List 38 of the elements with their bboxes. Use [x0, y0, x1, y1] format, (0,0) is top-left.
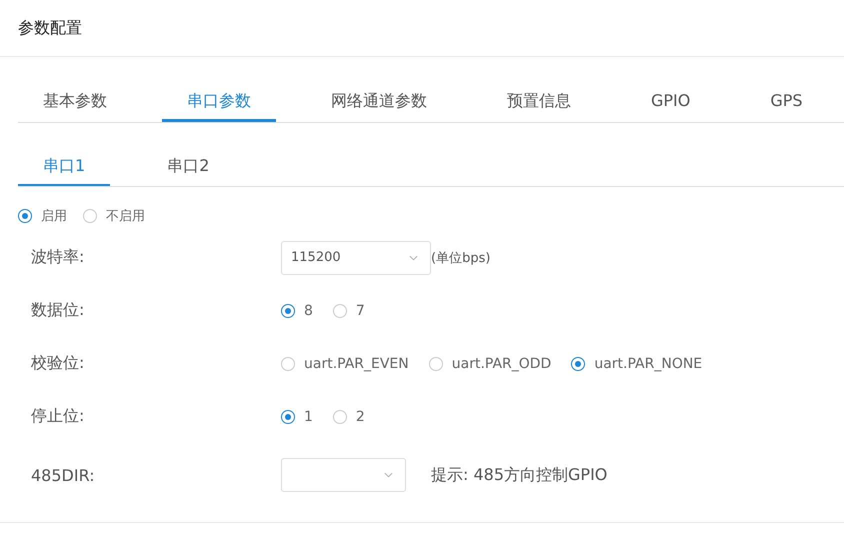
- tab[interactable]: 基本参数: [18, 85, 132, 122]
- field-label: 485DIR:: [30, 466, 96, 484]
- field-label: 校验位:: [30, 353, 86, 374]
- radio-label: 2: [356, 408, 365, 424]
- chevron-down-icon: [409, 254, 418, 260]
- chevron-down-icon: [384, 472, 393, 478]
- sub-tab[interactable]: 串口2: [142, 148, 234, 186]
- radio-label: uart.PAR_EVEN: [304, 356, 409, 372]
- tab[interactable]: 串口参数: [162, 85, 276, 122]
- field-label: 停止位:: [30, 406, 86, 427]
- radio-button[interactable]: [332, 410, 347, 424]
- radio-button[interactable]: [18, 209, 32, 223]
- radio-button[interactable]: [428, 356, 443, 370]
- field-label: 数据位:: [30, 300, 86, 321]
- radio-label: 启用: [41, 208, 67, 225]
- radio-button[interactable]: [83, 209, 97, 223]
- radio-button[interactable]: [332, 304, 347, 318]
- tab[interactable]: GPIO: [626, 85, 716, 122]
- tab[interactable]: 网络通道参数: [306, 85, 452, 122]
- radio-label: uart.PAR_ODD: [452, 356, 552, 372]
- radio-label: 1: [304, 408, 313, 424]
- dropdown[interactable]: 115200: [281, 240, 431, 274]
- radio-button[interactable]: [281, 410, 295, 424]
- radio-label: 不启用: [106, 208, 145, 225]
- radio-button[interactable]: [571, 356, 586, 370]
- radio-button[interactable]: [281, 304, 295, 318]
- page-title: 参数配置: [18, 18, 82, 38]
- dropdown[interactable]: [281, 458, 406, 492]
- unit-text: (单位bps): [431, 250, 490, 266]
- tab[interactable]: GPS: [745, 85, 828, 122]
- sub-tab[interactable]: 串口1: [18, 148, 110, 186]
- radio-label: uart.PAR_NONE: [594, 356, 702, 372]
- hint-text: 提示: 485方向控制GPIO: [431, 464, 608, 486]
- field-label: 波特率:: [30, 247, 86, 268]
- radio-label: 8: [304, 302, 313, 318]
- radio-label: 7: [356, 302, 365, 318]
- radio-button[interactable]: [281, 356, 295, 370]
- tab[interactable]: 预置信息: [482, 85, 596, 122]
